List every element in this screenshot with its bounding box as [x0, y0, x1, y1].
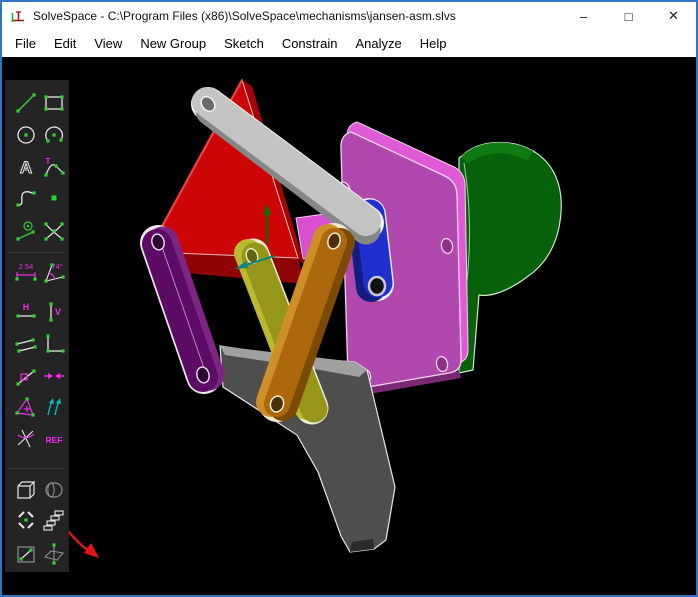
app-icon — [10, 8, 26, 24]
svg-text:V: V — [55, 307, 61, 317]
tool-reference-dimension[interactable]: REF — [41, 426, 67, 452]
tool-split-curves[interactable] — [41, 218, 67, 244]
point-on-line-constraint-icon — [13, 363, 39, 389]
tool-sketch-anywhere[interactable] — [41, 541, 67, 567]
tool-distance-dimension[interactable]: 2.54 — [13, 260, 39, 286]
tool-circle[interactable] — [13, 122, 39, 148]
symmetric-constraint-icon — [41, 363, 67, 389]
menu-file[interactable]: File — [6, 32, 45, 55]
svg-text:2.54: 2.54 — [19, 262, 34, 271]
toolbar-separator — [9, 468, 65, 469]
tool-perpendicular-constraint[interactable] — [41, 331, 67, 357]
drag-annotation-arrow — [68, 531, 99, 558]
menu-analyze[interactable]: Analyze — [346, 32, 410, 55]
same-orientation-constraint-icon — [41, 394, 67, 420]
lathe-icon — [41, 477, 67, 503]
tool-palette: A T 2.54 74° H V REF — [5, 80, 69, 572]
rectangle-icon — [41, 90, 67, 116]
tool-point[interactable] — [41, 185, 67, 211]
menu-bar: File Edit View New Group Sketch Constrai… — [2, 30, 696, 57]
svg-text:T: T — [46, 157, 51, 166]
window-title: SolveSpace - C:\Program Files (x86)\Solv… — [33, 9, 561, 23]
step-translate-icon — [41, 507, 67, 533]
sketch-anywhere-icon — [41, 541, 67, 567]
other-angle-constraint-icon — [13, 426, 39, 452]
menu-help[interactable]: Help — [411, 32, 456, 55]
distance-dimension-icon: 2.54 — [13, 260, 39, 286]
split-curves-icon — [41, 218, 67, 244]
menu-edit[interactable]: Edit — [45, 32, 85, 55]
menu-view[interactable]: View — [85, 32, 131, 55]
tool-ttf-text[interactable]: T — [41, 154, 67, 180]
tool-step-translate[interactable] — [41, 507, 67, 533]
menu-sketch[interactable]: Sketch — [215, 32, 273, 55]
tool-spline[interactable] — [13, 185, 39, 211]
tool-step-rotate[interactable] — [13, 507, 39, 533]
spline-icon — [13, 185, 39, 211]
reference-dimension-icon: REF — [41, 426, 67, 452]
circle-icon — [13, 122, 39, 148]
toolbar-separator — [9, 252, 65, 253]
minimize-button[interactable]: – — [561, 2, 606, 30]
menu-constrain[interactable]: Constrain — [273, 32, 347, 55]
tool-extrude[interactable] — [13, 477, 39, 503]
perpendicular-constraint-icon — [41, 331, 67, 357]
svg-text:H: H — [23, 302, 30, 312]
tool-vertical-constraint[interactable]: V — [41, 299, 67, 325]
close-button[interactable]: ✕ — [651, 2, 696, 30]
tool-arc[interactable] — [41, 122, 67, 148]
tool-sketch-in-plane[interactable] — [13, 541, 39, 567]
line-segment-icon — [13, 90, 39, 116]
tool-lathe[interactable] — [41, 477, 67, 503]
tool-equal-constraint[interactable] — [13, 394, 39, 420]
solvespace-window: SolveSpace - C:\Program Files (x86)\Solv… — [0, 0, 698, 597]
horizontal-constraint-icon: H — [13, 299, 39, 325]
tool-horizontal-constraint[interactable]: H — [13, 299, 39, 325]
sketch-in-plane-icon — [13, 541, 39, 567]
maximize-button[interactable]: □ — [606, 2, 651, 30]
tool-parallel-constraint[interactable] — [13, 331, 39, 357]
point-icon — [41, 185, 67, 211]
3d-viewport[interactable] — [2, 57, 696, 595]
vertical-constraint-icon: V — [41, 299, 67, 325]
extrude-icon — [13, 477, 39, 503]
menu-new-group[interactable]: New Group — [131, 32, 215, 55]
equal-constraint-icon — [13, 394, 39, 420]
viewport-canvas — [2, 57, 696, 595]
angle-dimension-icon: 74° — [41, 260, 67, 286]
tool-point-on-line-constraint[interactable] — [13, 363, 39, 389]
svg-text:REF: REF — [46, 435, 63, 445]
parallel-constraint-icon — [13, 331, 39, 357]
tool-rectangle[interactable] — [41, 90, 67, 116]
tool-symmetric-constraint[interactable] — [41, 363, 67, 389]
title-bar[interactable]: SolveSpace - C:\Program Files (x86)\Solv… — [2, 2, 696, 30]
tool-line-segment[interactable] — [13, 90, 39, 116]
tool-angle-dimension[interactable]: 74° — [41, 260, 67, 286]
tool-same-orientation-constraint[interactable] — [41, 394, 67, 420]
arc-icon — [41, 122, 67, 148]
crank-hole — [369, 277, 385, 295]
construction-line-icon — [13, 218, 39, 244]
text-icon: A — [13, 154, 39, 180]
ttf-text-icon: T — [41, 154, 67, 180]
tool-other-angle-constraint[interactable] — [13, 426, 39, 452]
part-motor-housing[interactable] — [459, 142, 561, 373]
tool-construction-line[interactable] — [13, 218, 39, 244]
step-rotate-icon — [13, 507, 39, 533]
svg-text:A: A — [20, 158, 32, 177]
tool-text[interactable]: A — [13, 154, 39, 180]
